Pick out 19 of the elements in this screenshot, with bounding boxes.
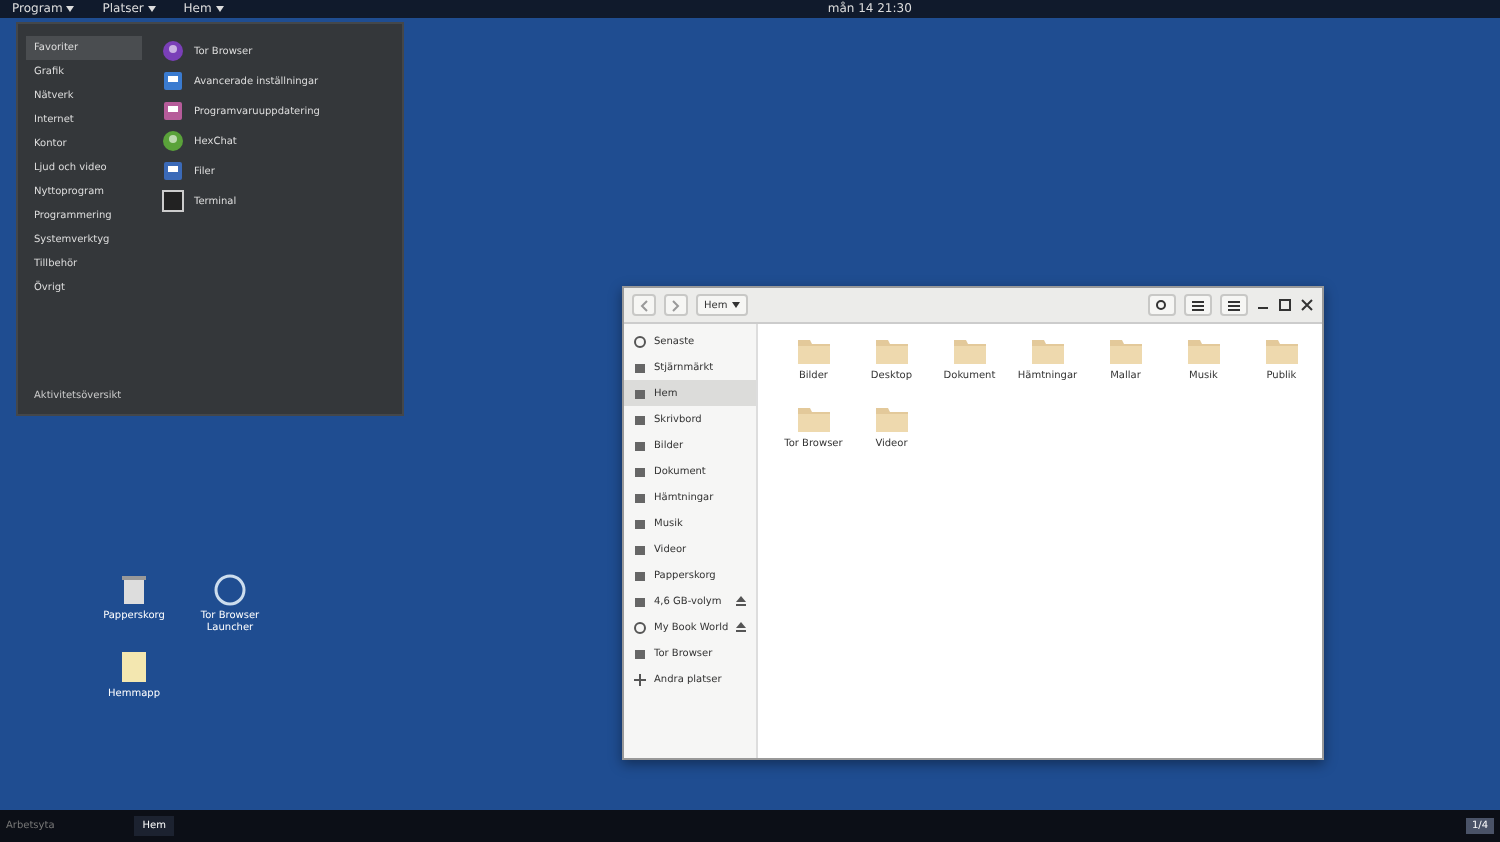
maximize-icon[interactable] <box>1278 298 1292 312</box>
terminal-icon <box>162 190 184 212</box>
menu-button[interactable] <box>1220 294 1248 316</box>
menu-icon <box>1228 299 1240 311</box>
document-icon[interactable] <box>120 650 148 684</box>
view-button[interactable] <box>1184 294 1212 316</box>
search-icon <box>1156 299 1168 311</box>
search-button[interactable] <box>1148 294 1176 316</box>
caret-icon <box>731 302 740 308</box>
eject-icon[interactable] <box>736 622 747 632</box>
disc-icon <box>634 621 646 633</box>
caret-icon <box>147 6 156 12</box>
caret-icon <box>215 6 224 12</box>
eject-icon[interactable] <box>736 596 747 606</box>
plus-icon <box>634 673 646 685</box>
close-icon[interactable] <box>1300 298 1314 312</box>
caret-icon <box>66 6 75 12</box>
list-icon <box>1192 299 1204 311</box>
clock-icon <box>634 335 646 347</box>
